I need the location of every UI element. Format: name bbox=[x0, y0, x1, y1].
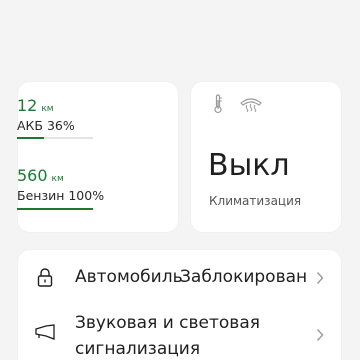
fuel-level-fill bbox=[17, 208, 93, 210]
fuel-range-number: 560 bbox=[17, 166, 48, 185]
horn-lights-label-line2: сигнализация bbox=[75, 339, 201, 359]
electric-range-unit: км bbox=[41, 104, 54, 114]
climate-status-value: Выкл bbox=[208, 148, 290, 183]
fuel-range-unit: км bbox=[51, 174, 64, 184]
electric-range-value: 12 км bbox=[17, 97, 54, 118]
padlock-icon bbox=[37, 267, 53, 291]
chevron-right-icon bbox=[316, 327, 324, 346]
chevron-right-icon bbox=[316, 270, 324, 289]
battery-level-bar bbox=[17, 137, 93, 139]
climate-label: Климатизация bbox=[209, 194, 302, 208]
horn-lights-label-line1: Звуковая и световая bbox=[75, 313, 260, 333]
fuel-level-label: Бензин 100% bbox=[17, 188, 105, 203]
lock-item-label: Автомобиль bbox=[75, 267, 183, 287]
battery-level-label: АКБ 36% bbox=[17, 118, 75, 133]
battery-level-fill bbox=[17, 137, 45, 139]
electric-range-number: 12 bbox=[17, 96, 38, 115]
fuel-level-bar bbox=[17, 208, 93, 210]
fuel-range-value: 560 км bbox=[17, 167, 64, 188]
lock-status: Заблокирован bbox=[180, 267, 308, 287]
thermometer-icon bbox=[213, 94, 223, 118]
horn-icon bbox=[34, 324, 56, 344]
rear-defrost-icon bbox=[239, 96, 263, 116]
